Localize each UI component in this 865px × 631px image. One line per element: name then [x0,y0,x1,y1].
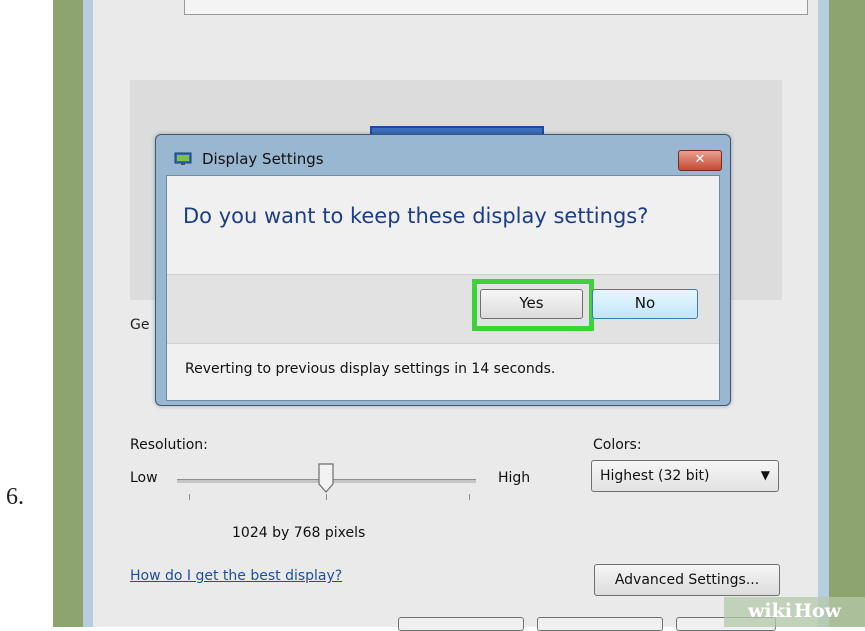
dialog-body: Do you want to keep these display settin… [166,175,720,401]
yes-button[interactable]: Yes [480,289,583,319]
display-settings-icon [174,152,192,165]
resolution-value: 1024 by 768 pixels [232,525,366,541]
colors-selected-value: Highest (32 bit) [600,468,710,484]
dialog-button-area: Yes No [167,275,719,343]
slider-thumb-icon[interactable] [318,463,334,493]
slider-high-label: High [498,470,531,486]
dialog-question: Do you want to keep these display settin… [183,204,649,228]
no-button[interactable]: No [592,289,698,319]
slider-tick [189,494,190,500]
display-settings-dialog: Display Settings ✕ Do you want to keep t… [155,134,731,406]
dialog-titlebar[interactable]: Display Settings ✕ [156,135,730,175]
wikihow-watermark: wiki How [724,597,865,627]
slider-low-label: Low [130,470,158,486]
top-box [184,0,808,15]
dialog-title: Display Settings [202,150,324,168]
watermark-how: How [794,600,841,622]
slider-tick [326,494,327,500]
watermark-wiki: wiki [748,600,792,622]
slider-tick [469,494,470,500]
chevron-down-icon: ▼ [760,468,770,482]
colors-label: Colors: [593,437,642,453]
close-icon[interactable]: ✕ [678,150,722,171]
advanced-settings-button[interactable]: Advanced Settings... [594,564,780,596]
revert-status-text: Reverting to previous display settings i… [185,361,556,377]
background-label: Ge [130,317,150,333]
resolution-label: Resolution: [130,437,208,453]
best-display-help-link[interactable]: How do I get the best display? [130,568,342,584]
step-number: 6. [6,484,24,510]
bottom-button[interactable] [537,617,663,631]
divider [167,343,719,344]
colors-dropdown[interactable]: Highest (32 bit) ▼ [591,460,779,492]
bottom-button[interactable] [398,617,524,631]
